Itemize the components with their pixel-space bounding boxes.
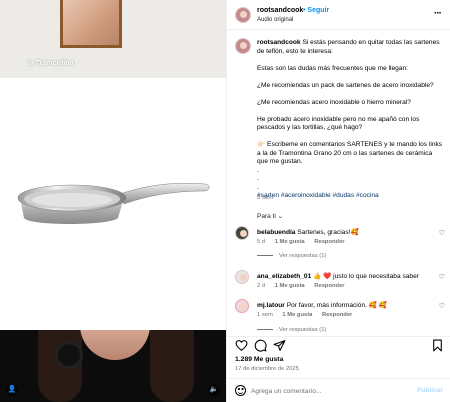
comment-likes[interactable]: 1 Me gusta	[275, 283, 305, 289]
action-bar	[227, 336, 450, 352]
reply-button[interactable]: Responder	[314, 239, 344, 245]
view-replies-button[interactable]: Ver respuestas (1)	[257, 327, 326, 333]
post-date: 17 de diciembre de 2025	[235, 366, 299, 372]
comment-icon[interactable]	[254, 339, 267, 352]
follow-button[interactable]: • Seguir	[303, 7, 329, 14]
reply-button[interactable]: Responder	[314, 283, 344, 289]
kitchen-background: la Tramontina	[0, 0, 226, 78]
comment-like-icon[interactable]: ♡	[439, 302, 445, 310]
tagged-user-icon[interactable]: 👤	[6, 384, 18, 396]
view-replies-button[interactable]: Ver respuestas (1)	[257, 253, 326, 259]
avatar[interactable]	[235, 7, 251, 23]
caption-avatar[interactable]	[235, 38, 251, 54]
audio-link[interactable]: Audio original	[257, 17, 293, 23]
comment-username[interactable]: ana_elizabeth_01	[257, 273, 311, 280]
presenter-video-frame	[0, 330, 226, 402]
publish-button[interactable]: Publicar	[417, 387, 443, 394]
avatar[interactable]	[235, 270, 249, 284]
post-media[interactable]: la Tramontina 👤 🔈	[0, 0, 226, 402]
post-caption: rootsandcook Si estás pensando en quitar…	[257, 39, 443, 201]
comment-like-icon[interactable]: ♡	[439, 229, 445, 237]
avatar[interactable]	[235, 299, 249, 313]
bookmark-icon[interactable]	[431, 339, 444, 352]
reply-button[interactable]: Responder	[322, 312, 352, 318]
avatar[interactable]	[235, 226, 249, 240]
caption-username[interactable]: rootsandcook	[257, 39, 301, 46]
emoji-icon[interactable]	[235, 385, 246, 396]
post-header: rootsandcook • Seguir Audio original ···	[227, 0, 450, 30]
likes-count[interactable]: 1.289 Me gusta	[235, 356, 283, 363]
more-options-icon[interactable]: ···	[434, 8, 442, 19]
comment-likes[interactable]: 1 Me gusta	[275, 239, 305, 245]
comment-input[interactable]	[251, 385, 411, 397]
caption-timestamp: 5 sem	[257, 195, 274, 201]
para-ti-toggle[interactable]: Para ti ⌄	[257, 212, 283, 220]
comment-like-icon[interactable]: ♡	[439, 273, 445, 281]
comment-username[interactable]: mj.latour	[257, 302, 285, 309]
post-sidebar: rootsandcook • Seguir Audio original ···…	[226, 0, 450, 402]
frying-pan-image	[0, 78, 226, 330]
product-label: la Tramontina	[28, 60, 74, 67]
comment-likes[interactable]: 1 Me gusta	[282, 312, 312, 318]
comment-bar: Publicar	[227, 378, 450, 402]
wall-painting	[60, 0, 122, 48]
comment-username[interactable]: belabuendia	[257, 229, 295, 236]
microphone	[58, 344, 80, 366]
sound-icon[interactable]: 🔈	[208, 384, 220, 396]
hashtags[interactable]: #sarten #aceroinoxidable #dudas #cocina	[257, 192, 443, 201]
share-icon[interactable]	[273, 339, 286, 352]
author-username[interactable]: rootsandcook	[257, 7, 303, 14]
heart-icon[interactable]	[235, 339, 248, 352]
